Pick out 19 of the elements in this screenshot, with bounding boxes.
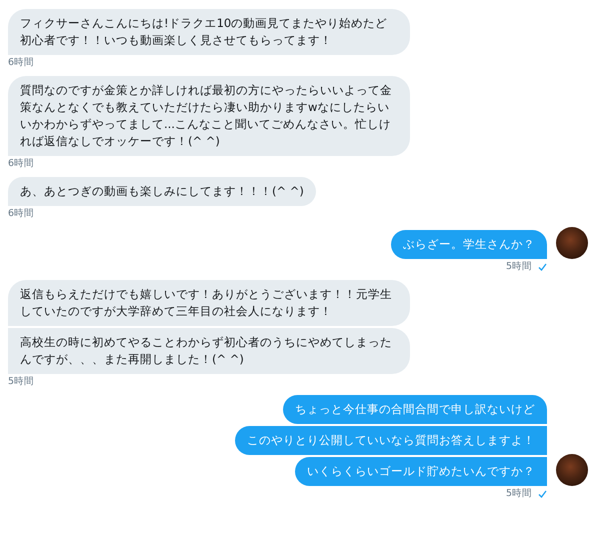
avatar (556, 454, 588, 486)
message-bubble: あ、あとつぎの動画も楽しみにしてます！！！(^ ^) (8, 177, 316, 206)
check-icon (538, 490, 547, 498)
message-bubble: 質問なのですが金策とか詳しければ最初の方にやったらいいよって金策なんとなくでも教えていただけたら凄い助かりますwなにしたらいいかわからずやってまして...こんなこと聞いてごめんなさい。忙しければ返信なしでオッケーです！(^ ^) (8, 76, 410, 156)
message-time: 5時間 (506, 261, 532, 273)
check-icon (538, 263, 547, 271)
message-bubble: 高校生の時に初めてやることわからず初心者のうちにやめてしまったんですが、、、また再開しました！(^ ^) (8, 328, 410, 374)
message-time: 6時間 (8, 208, 34, 220)
message-time: 6時間 (8, 158, 34, 170)
message-time: 6時間 (8, 57, 34, 69)
message-time: 5時間 (506, 488, 532, 500)
message-bubble: このやりとり公開していいなら質問お答えしますよ！ (235, 426, 547, 455)
message-bubble: 返信もらえただけでも嬉しいです！ありがとうございます！！元学生していたのですが大学辞めて三年目の社会人になります！ (8, 280, 410, 326)
message-time: 5時間 (8, 376, 34, 388)
message-bubble: いくらくらいゴールド貯めたいんですか？ (295, 457, 547, 486)
message-bubble: ぶらざー。学生さんか？ (391, 230, 547, 259)
message-bubble: フィクサーさんこんにちは!ドラクエ10の動画見てまたやり始めたど初心者です！！いつも動画楽しく見させてもらってます！ (8, 9, 410, 55)
avatar (556, 227, 588, 259)
message-bubble: ちょっと今仕事の合間合間で申し訳ないけど (283, 395, 547, 424)
